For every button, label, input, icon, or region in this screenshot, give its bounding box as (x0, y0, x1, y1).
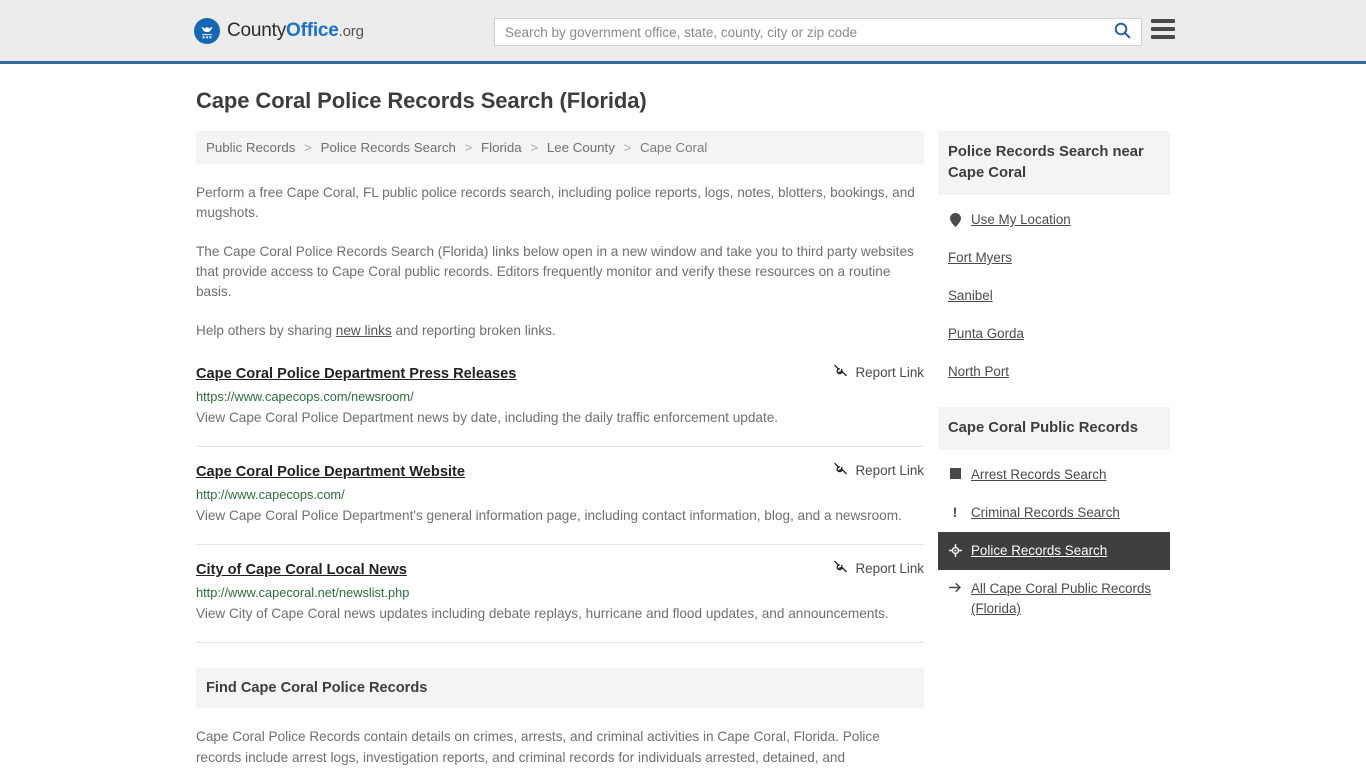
sidebar-public-records-list: Arrest Records Search ! Criminal Records… (938, 450, 1170, 628)
result-header: City of Cape Coral Local News Report Lin… (196, 559, 924, 579)
square-icon (948, 465, 962, 479)
result-item: Cape Coral Police Department Website Rep… (196, 461, 924, 545)
result-description: View Cape Coral Police Department news b… (196, 410, 779, 425)
result-title-link[interactable]: City of Cape Coral Local News (196, 562, 407, 578)
breadcrumb-item-cape-coral: Cape Coral (640, 140, 708, 155)
search-icon (1114, 22, 1131, 42)
breadcrumb-separator: > (464, 140, 473, 155)
main-column: Public Records > Police Records Search >… (196, 131, 924, 768)
results-list: Cape Coral Police Department Press Relea… (196, 363, 924, 643)
report-link-button[interactable]: Report Link (819, 363, 924, 381)
page-container: Cape Coral Police Records Search (Florid… (0, 88, 1366, 768)
find-records-heading-box: Find Cape Coral Police Records (196, 668, 924, 708)
find-records-body: Cape Coral Police Records contain detail… (196, 726, 924, 768)
result-title-link[interactable]: Cape Coral Police Department Press Relea… (196, 366, 516, 382)
result-url-link[interactable]: http://www.capecops.com/ (196, 487, 924, 502)
sidebar-item-label[interactable]: Sanibel (948, 286, 993, 306)
find-records-paragraph: Cape Coral Police Records contain detail… (196, 729, 880, 765)
sidebar-item-sanibel[interactable]: Sanibel (938, 277, 1170, 315)
find-records-heading: Find Cape Coral Police Records (206, 680, 428, 696)
breadcrumb-separator: > (530, 140, 539, 155)
map-pin-icon (948, 210, 962, 227)
sidebar-near-list: Use My Location Fort Myers Sanibel Punta… (938, 195, 1170, 391)
arrow-right-icon (948, 579, 962, 593)
help-suffix-text: and reporting broken links. (391, 323, 556, 338)
sidebar-public-records-heading: Cape Coral Public Records (938, 407, 1170, 450)
sidebar-near-card: Police Records Search near Cape Coral Us… (938, 131, 1170, 391)
new-links-link[interactable]: new links (336, 323, 392, 338)
intro-paragraph-3: Help others by sharing new links and rep… (196, 321, 924, 341)
hamburger-bar (1151, 35, 1175, 39)
sidebar-item-label[interactable]: Criminal Records Search (971, 503, 1120, 523)
police-badge-icon (948, 541, 962, 557)
breadcrumb-separator: > (304, 140, 312, 155)
hamburger-bar (1151, 27, 1175, 31)
page-title: Cape Coral Police Records Search (Florid… (196, 88, 647, 113)
sidebar-item-use-my-location[interactable]: Use My Location (938, 201, 1170, 239)
hamburger-menu-icon[interactable] (1151, 19, 1175, 39)
sidebar-item-label[interactable]: All Cape Coral Public Records (Florida) (971, 579, 1160, 619)
broken-link-icon (833, 461, 848, 479)
sidebar-public-records-card: Cape Coral Public Records Arrest Records… (938, 407, 1170, 628)
eagle-seal-icon (194, 17, 220, 44)
site-header: CountyOffice.org (0, 0, 1366, 64)
report-link-label: Report Link (855, 462, 924, 478)
result-url-link[interactable]: http://www.capecoral.net/newslist.php (196, 585, 924, 600)
sidebar: Police Records Search near Cape Coral Us… (938, 131, 1170, 644)
report-link-button[interactable]: Report Link (819, 461, 924, 479)
result-item: Cape Coral Police Department Press Relea… (196, 363, 924, 447)
hamburger-bar (1151, 19, 1175, 23)
search-input[interactable] (495, 19, 1103, 45)
report-link-button[interactable]: Report Link (819, 559, 924, 577)
site-logo[interactable]: CountyOffice.org (194, 17, 364, 44)
intro-paragraph-2: The Cape Coral Police Records Search (Fl… (196, 244, 914, 299)
result-description: View Cape Coral Police Department's gene… (196, 508, 902, 523)
breadcrumb-item-public-records[interactable]: Public Records (206, 140, 295, 155)
brand-name-office: Office (286, 19, 339, 41)
result-url-link[interactable]: https://www.capecops.com/newsroom/ (196, 389, 924, 404)
content-columns: Public Records > Police Records Search >… (196, 131, 1176, 768)
search-bar (494, 18, 1142, 46)
result-description: View City of Cape Coral news updates inc… (196, 606, 889, 621)
breadcrumb-item-lee-county[interactable]: Lee County (547, 140, 615, 155)
exclamation-icon: ! (952, 504, 958, 520)
result-title-link[interactable]: Cape Coral Police Department Website (196, 464, 465, 480)
help-prefix-text: Help others by sharing (196, 323, 336, 338)
report-link-label: Report Link (855, 364, 924, 380)
sidebar-item-police-records-search[interactable]: Police Records Search (938, 532, 1170, 570)
breadcrumb-separator: > (623, 140, 632, 155)
sidebar-item-label[interactable]: Arrest Records Search (971, 465, 1106, 485)
sidebar-item-label[interactable]: Use My Location (971, 210, 1071, 230)
sidebar-item-fort-myers[interactable]: Fort Myers (938, 239, 1170, 277)
report-link-label: Report Link (855, 560, 924, 576)
broken-link-icon (833, 363, 848, 381)
intro-paragraph-1: Perform a free Cape Coral, FL public pol… (196, 185, 915, 220)
result-header: Cape Coral Police Department Website Rep… (196, 461, 924, 481)
result-header: Cape Coral Police Department Press Relea… (196, 363, 924, 383)
breadcrumb-item-police-records-search[interactable]: Police Records Search (321, 140, 456, 155)
sidebar-item-punta-gorda[interactable]: Punta Gorda (938, 315, 1170, 353)
result-item: City of Cape Coral Local News Report Lin… (196, 559, 924, 643)
brand-name-tld: .org (338, 22, 364, 40)
sidebar-item-arrest-records-search[interactable]: Arrest Records Search (938, 456, 1170, 494)
search-button[interactable] (1103, 19, 1141, 45)
broken-link-icon (833, 559, 848, 577)
sidebar-near-heading: Police Records Search near Cape Coral (938, 131, 1170, 195)
breadcrumb-item-florida[interactable]: Florida (481, 140, 522, 155)
sidebar-item-north-port[interactable]: North Port (938, 353, 1170, 391)
sidebar-item-criminal-records-search[interactable]: ! Criminal Records Search (938, 494, 1170, 532)
sidebar-item-label[interactable]: Punta Gorda (948, 324, 1024, 344)
sidebar-item-label[interactable]: Police Records Search (971, 541, 1107, 561)
breadcrumb: Public Records > Police Records Search >… (196, 131, 924, 164)
sidebar-item-all-public-records[interactable]: All Cape Coral Public Records (Florida) (938, 570, 1170, 628)
sidebar-item-label[interactable]: Fort Myers (948, 248, 1012, 268)
brand-name-county: County (227, 19, 287, 41)
intro-text: Perform a free Cape Coral, FL public pol… (196, 183, 924, 341)
sidebar-item-label[interactable]: North Port (948, 362, 1009, 382)
